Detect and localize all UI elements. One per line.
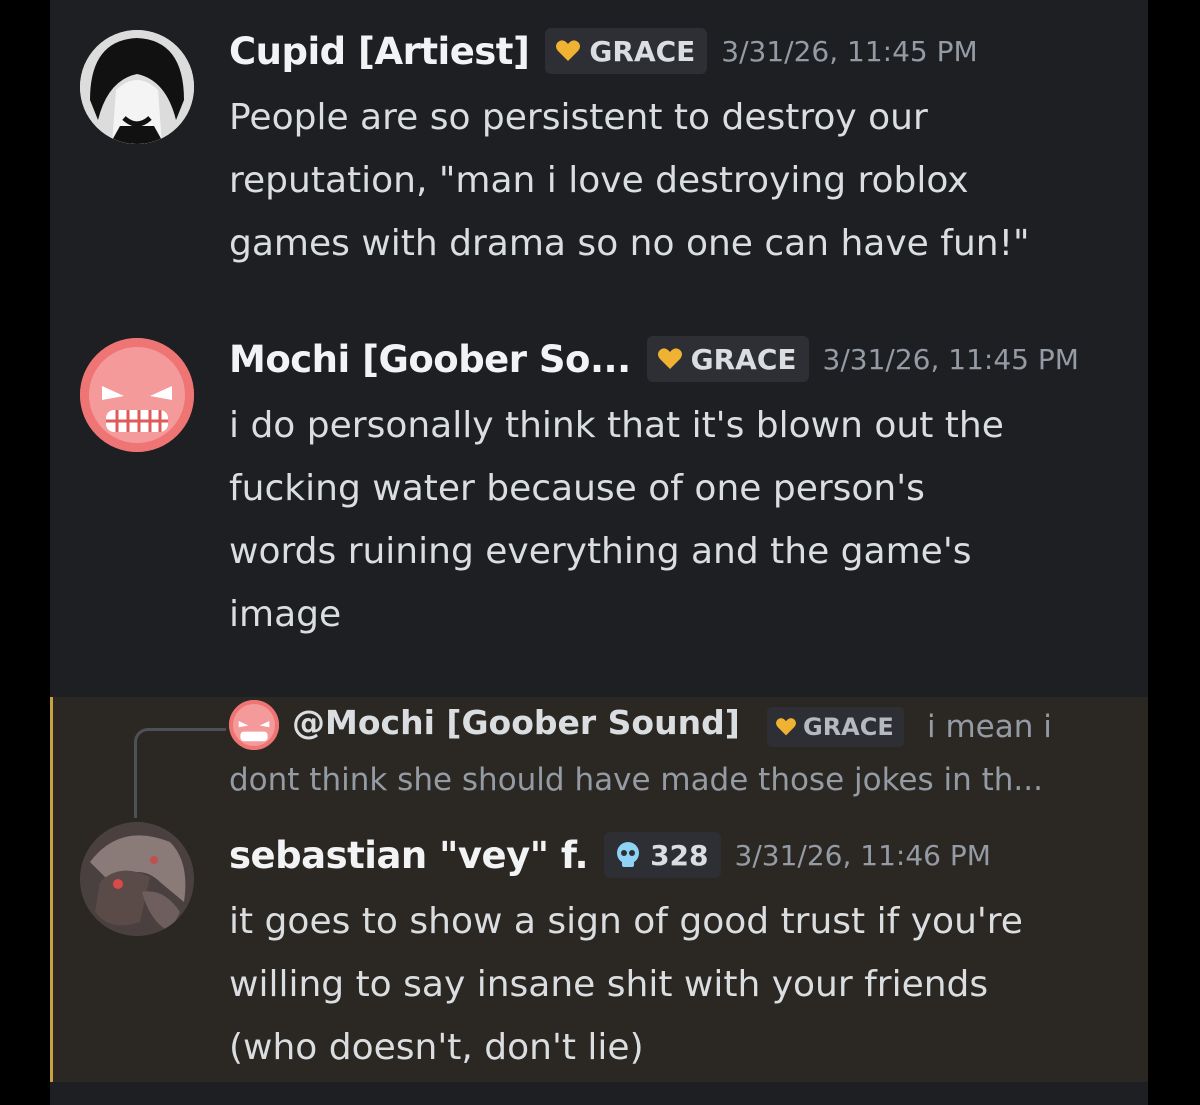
reply-guild-tag-label: GRACE bbox=[803, 713, 894, 741]
avatar-mochi-image bbox=[80, 338, 194, 452]
skull-icon bbox=[617, 842, 640, 867]
message-content-mochi: i do personally think that it's blown ou… bbox=[229, 394, 1004, 646]
timestamp-mochi[interactable]: 3/31/26, 11:45 PM bbox=[823, 343, 1079, 376]
message-header-cupid: Cupid [Artiest] GRACE 3/31/26, 11:45 PM bbox=[229, 28, 978, 74]
message-line: games with drama so no one can have fun!… bbox=[229, 223, 1030, 264]
message-content-sebastian: it goes to show a sign of good trust if … bbox=[229, 890, 1023, 1079]
reply-username[interactable]: @Mochi [Goober Sound] bbox=[292, 703, 740, 742]
mention-highlight-bar bbox=[50, 697, 53, 1082]
message-header-sebastian: sebastian "vey" f. 328 3/31/26, 11:46 PM bbox=[229, 832, 991, 878]
heart-icon bbox=[776, 718, 796, 736]
avatar-mochi[interactable] bbox=[80, 338, 194, 452]
reply-avatar-mochi[interactable] bbox=[229, 700, 279, 750]
heart-icon bbox=[657, 348, 682, 369]
reply-connector bbox=[134, 728, 226, 818]
username-mochi[interactable]: Mochi [Goober So... bbox=[229, 338, 631, 381]
message-line: (who doesn't, don't lie) bbox=[229, 1027, 644, 1068]
message-header-mochi: Mochi [Goober So... GRACE 3/31/26, 11:45… bbox=[229, 336, 1079, 382]
avatar-cupid-image bbox=[80, 30, 194, 144]
message-line: i do personally think that it's blown ou… bbox=[229, 405, 1004, 446]
chat-panel-bottom bbox=[50, 1082, 1148, 1105]
reply-preview-text[interactable]: i mean i bbox=[927, 709, 1052, 745]
guild-tag-sebastian[interactable]: 328 bbox=[604, 832, 721, 878]
reply-preview-text-continued[interactable]: dont think she should have made those jo… bbox=[229, 762, 1043, 798]
message-line: willing to say insane shit with your fri… bbox=[229, 964, 989, 1005]
guild-tag-cupid[interactable]: GRACE bbox=[545, 28, 708, 74]
guild-tag-label: GRACE bbox=[690, 342, 797, 376]
message-line: People are so persistent to destroy our bbox=[229, 97, 928, 138]
heart-icon bbox=[556, 40, 581, 61]
message-line: fucking water because of one person's bbox=[229, 468, 925, 509]
username-cupid[interactable]: Cupid [Artiest] bbox=[229, 30, 530, 73]
reply-avatar-image bbox=[229, 700, 279, 750]
reply-guild-tag[interactable]: GRACE bbox=[767, 707, 904, 747]
avatar-sebastian-image bbox=[80, 822, 194, 936]
message-line: reputation, "man i love destroying roblo… bbox=[229, 160, 969, 201]
message-content-cupid: People are so persistent to destroy our r… bbox=[229, 86, 1030, 275]
guild-tag-label: GRACE bbox=[589, 34, 696, 68]
timestamp-sebastian[interactable]: 3/31/26, 11:46 PM bbox=[735, 839, 991, 872]
guild-tag-mochi[interactable]: GRACE bbox=[646, 336, 809, 382]
username-sebastian[interactable]: sebastian "vey" f. bbox=[229, 834, 589, 877]
message-line: it goes to show a sign of good trust if … bbox=[229, 901, 1023, 942]
guild-tag-label: 328 bbox=[650, 838, 709, 872]
avatar-sebastian[interactable] bbox=[80, 822, 194, 936]
message-line: image bbox=[229, 594, 342, 635]
timestamp-cupid[interactable]: 3/31/26, 11:45 PM bbox=[721, 35, 977, 68]
avatar-cupid[interactable] bbox=[80, 30, 194, 144]
message-line: words ruining everything and the game's bbox=[229, 531, 972, 572]
